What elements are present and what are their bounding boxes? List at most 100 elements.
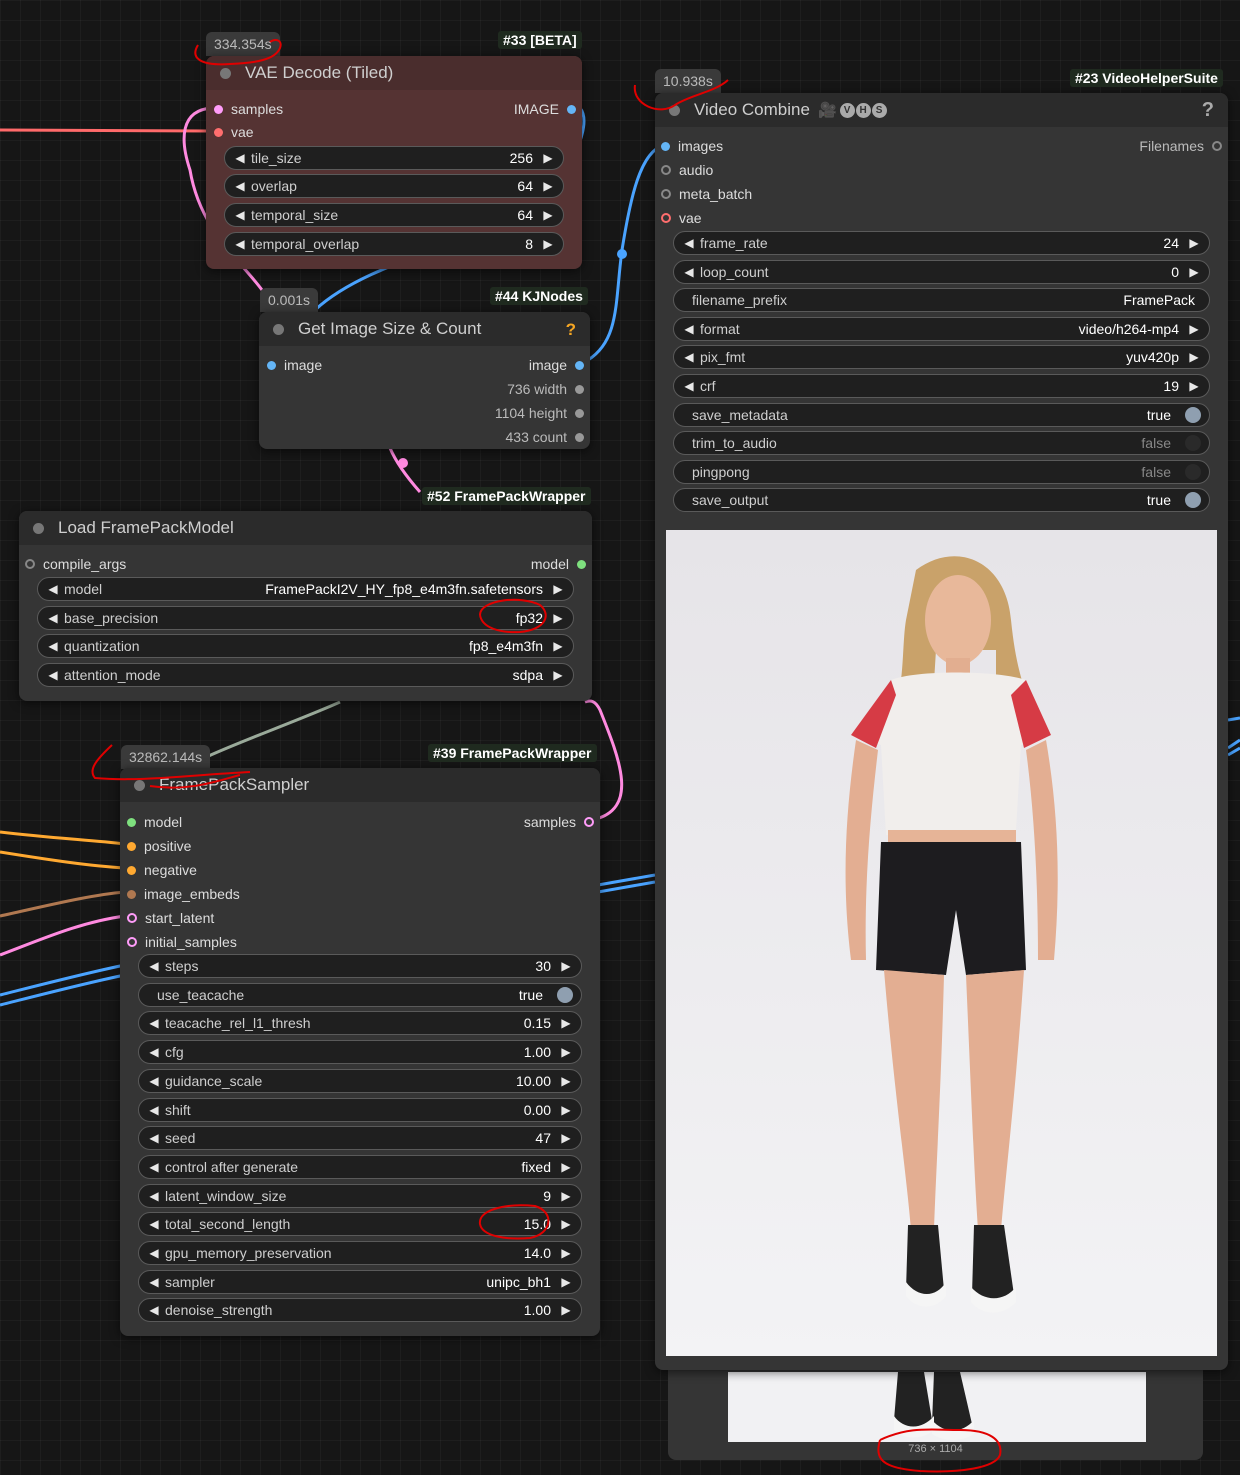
model-socket-icon[interactable] bbox=[127, 817, 136, 827]
widget-filename-prefix[interactable]: filename_prefix FramePack bbox=[673, 288, 1210, 313]
input-start-latent[interactable]: start_latent bbox=[127, 910, 214, 926]
vae-socket-icon[interactable] bbox=[214, 127, 223, 137]
increment-arrow-icon[interactable]: ▶ bbox=[1187, 236, 1201, 250]
increment-arrow-icon[interactable]: ▶ bbox=[541, 208, 555, 222]
output-image[interactable]: IMAGE bbox=[514, 101, 576, 117]
decrement-arrow-icon[interactable]: ◀ bbox=[147, 1131, 161, 1145]
widget-seed[interactable]: ◀ seed 47 ▶ bbox=[138, 1126, 582, 1151]
output-width[interactable]: 736 width bbox=[507, 381, 584, 397]
collapse-dot-icon[interactable] bbox=[134, 779, 145, 791]
decrement-arrow-icon[interactable]: ◀ bbox=[147, 1045, 161, 1059]
input-vae[interactable]: vae bbox=[214, 124, 254, 140]
input-compile-args[interactable]: compile_args bbox=[25, 556, 126, 572]
image-socket-icon[interactable] bbox=[661, 141, 670, 151]
video-combine-title-bar[interactable]: Video Combine 🎥 V H S ? bbox=[655, 93, 1228, 127]
conditioning-socket-icon[interactable] bbox=[127, 865, 136, 875]
increment-arrow-icon[interactable]: ▶ bbox=[559, 1045, 573, 1059]
increment-arrow-icon[interactable]: ▶ bbox=[1187, 322, 1201, 336]
int-socket-icon[interactable] bbox=[575, 408, 584, 418]
toggle-knob-icon[interactable] bbox=[557, 986, 573, 1003]
widget-save-output[interactable]: save_output true bbox=[673, 488, 1210, 513]
increment-arrow-icon[interactable]: ▶ bbox=[559, 1016, 573, 1030]
input-meta-batch[interactable]: meta_batch bbox=[661, 186, 752, 202]
input-negative[interactable]: negative bbox=[127, 862, 197, 878]
collapse-dot-icon[interactable] bbox=[33, 522, 44, 534]
embeds-socket-icon[interactable] bbox=[127, 889, 136, 899]
decrement-arrow-icon[interactable]: ◀ bbox=[682, 265, 696, 279]
input-samples[interactable]: samples bbox=[214, 101, 283, 117]
decrement-arrow-icon[interactable]: ◀ bbox=[233, 151, 247, 165]
decrement-arrow-icon[interactable]: ◀ bbox=[147, 1103, 161, 1117]
widget-guidance-scale[interactable]: ◀ guidance_scale 10.00 ▶ bbox=[138, 1068, 582, 1093]
latent-socket-icon[interactable] bbox=[214, 104, 223, 114]
widget-overlap[interactable]: ◀ overlap 64 ▶ bbox=[224, 174, 564, 198]
decrement-arrow-icon[interactable]: ◀ bbox=[46, 582, 60, 596]
decrement-arrow-icon[interactable]: ◀ bbox=[147, 1189, 161, 1203]
vae-decode-node[interactable]: VAE Decode (Tiled) samples vae IMAGE ◀ ti… bbox=[206, 56, 582, 269]
load-model-title-bar[interactable]: Load FramePackModel bbox=[19, 511, 592, 545]
widget-use-teacache[interactable]: use_teacache true bbox=[138, 982, 582, 1007]
output-samples[interactable]: samples bbox=[524, 814, 594, 830]
increment-arrow-icon[interactable]: ▶ bbox=[551, 611, 565, 625]
increment-arrow-icon[interactable]: ▶ bbox=[559, 1303, 573, 1317]
widget-total-second-length[interactable]: ◀ total_second_length 15.0 ▶ bbox=[138, 1212, 582, 1237]
widget-temporal-size[interactable]: ◀ temporal_size 64 ▶ bbox=[224, 203, 564, 227]
widget-trim-to-audio[interactable]: trim_to_audio false bbox=[673, 431, 1210, 456]
widget-model[interactable]: ◀ model FramePackI2V_HY_fp8_e4m3fn.safeten… bbox=[37, 577, 574, 601]
decrement-arrow-icon[interactable]: ◀ bbox=[682, 350, 696, 364]
increment-arrow-icon[interactable]: ▶ bbox=[559, 1246, 573, 1260]
decrement-arrow-icon[interactable]: ◀ bbox=[682, 322, 696, 336]
increment-arrow-icon[interactable]: ▶ bbox=[559, 1160, 573, 1174]
widget-cfg[interactable]: ◀ cfg 1.00 ▶ bbox=[138, 1040, 582, 1065]
collapse-dot-icon[interactable] bbox=[220, 67, 231, 79]
widget-format[interactable]: ◀ format video/h264-mp4 ▶ bbox=[673, 316, 1210, 341]
decrement-arrow-icon[interactable]: ◀ bbox=[46, 611, 60, 625]
latent-socket-icon[interactable] bbox=[584, 817, 594, 827]
increment-arrow-icon[interactable]: ▶ bbox=[1187, 265, 1201, 279]
latent-socket-icon[interactable] bbox=[127, 937, 137, 947]
increment-arrow-icon[interactable]: ▶ bbox=[541, 179, 555, 193]
decrement-arrow-icon[interactable]: ◀ bbox=[46, 639, 60, 653]
input-audio[interactable]: audio bbox=[661, 162, 713, 178]
increment-arrow-icon[interactable]: ▶ bbox=[551, 639, 565, 653]
int-socket-icon[interactable] bbox=[575, 432, 584, 442]
input-image[interactable]: image bbox=[267, 357, 322, 373]
widget-pingpong[interactable]: pingpong false bbox=[673, 459, 1210, 484]
input-positive[interactable]: positive bbox=[127, 838, 191, 854]
load-framepack-model-node[interactable]: Load FramePackModel compile_args model ◀… bbox=[19, 511, 592, 701]
widget-steps[interactable]: ◀ steps 30 ▶ bbox=[138, 954, 582, 978]
increment-arrow-icon[interactable]: ▶ bbox=[559, 1074, 573, 1088]
decrement-arrow-icon[interactable]: ◀ bbox=[147, 1275, 161, 1289]
widget-gpu-memory-preservation[interactable]: ◀ gpu_memory_preservation 14.0 ▶ bbox=[138, 1241, 582, 1265]
decrement-arrow-icon[interactable]: ◀ bbox=[682, 379, 696, 393]
decrement-arrow-icon[interactable]: ◀ bbox=[147, 1160, 161, 1174]
widget-denoise-strength[interactable]: ◀ denoise_strength 1.00 ▶ bbox=[138, 1298, 582, 1323]
increment-arrow-icon[interactable]: ▶ bbox=[559, 1131, 573, 1145]
increment-arrow-icon[interactable]: ▶ bbox=[559, 1103, 573, 1117]
widget-frame-rate[interactable]: ◀ frame_rate 24 ▶ bbox=[673, 231, 1210, 255]
preview-thumbnail[interactable] bbox=[728, 1372, 1146, 1442]
increment-arrow-icon[interactable]: ▶ bbox=[541, 237, 555, 251]
increment-arrow-icon[interactable]: ▶ bbox=[541, 151, 555, 165]
decrement-arrow-icon[interactable]: ◀ bbox=[46, 668, 60, 682]
audio-socket-icon[interactable] bbox=[661, 165, 671, 175]
increment-arrow-icon[interactable]: ▶ bbox=[1187, 379, 1201, 393]
filenames-socket-icon[interactable] bbox=[1212, 141, 1222, 151]
model-socket-icon[interactable] bbox=[577, 559, 586, 569]
meta-batch-socket-icon[interactable] bbox=[661, 189, 671, 199]
vae-socket-icon[interactable] bbox=[661, 213, 671, 223]
framepack-sampler-node[interactable]: FramePackSampler model positive negative… bbox=[120, 768, 600, 1336]
widget-attention-mode[interactable]: ◀ attention_mode sdpa ▶ bbox=[37, 663, 574, 687]
decrement-arrow-icon[interactable]: ◀ bbox=[233, 179, 247, 193]
widget-base-precision[interactable]: ◀ base_precision fp32 ▶ bbox=[37, 606, 574, 630]
widget-save-metadata[interactable]: save_metadata true bbox=[673, 402, 1210, 427]
help-icon[interactable]: ? bbox=[566, 320, 576, 340]
widget-temporal-overlap[interactable]: ◀ temporal_overlap 8 ▶ bbox=[224, 232, 564, 256]
get-image-size-node[interactable]: Get Image Size & Count ? image image 736… bbox=[259, 312, 590, 449]
output-filenames[interactable]: Filenames bbox=[1139, 138, 1222, 154]
decrement-arrow-icon[interactable]: ◀ bbox=[147, 1303, 161, 1317]
latent-socket-icon[interactable] bbox=[127, 913, 137, 923]
video-combine-node[interactable]: Video Combine 🎥 V H S ? images audio met… bbox=[655, 93, 1228, 1370]
image-socket-icon[interactable] bbox=[567, 104, 576, 114]
help-icon[interactable]: ? bbox=[1202, 99, 1214, 122]
